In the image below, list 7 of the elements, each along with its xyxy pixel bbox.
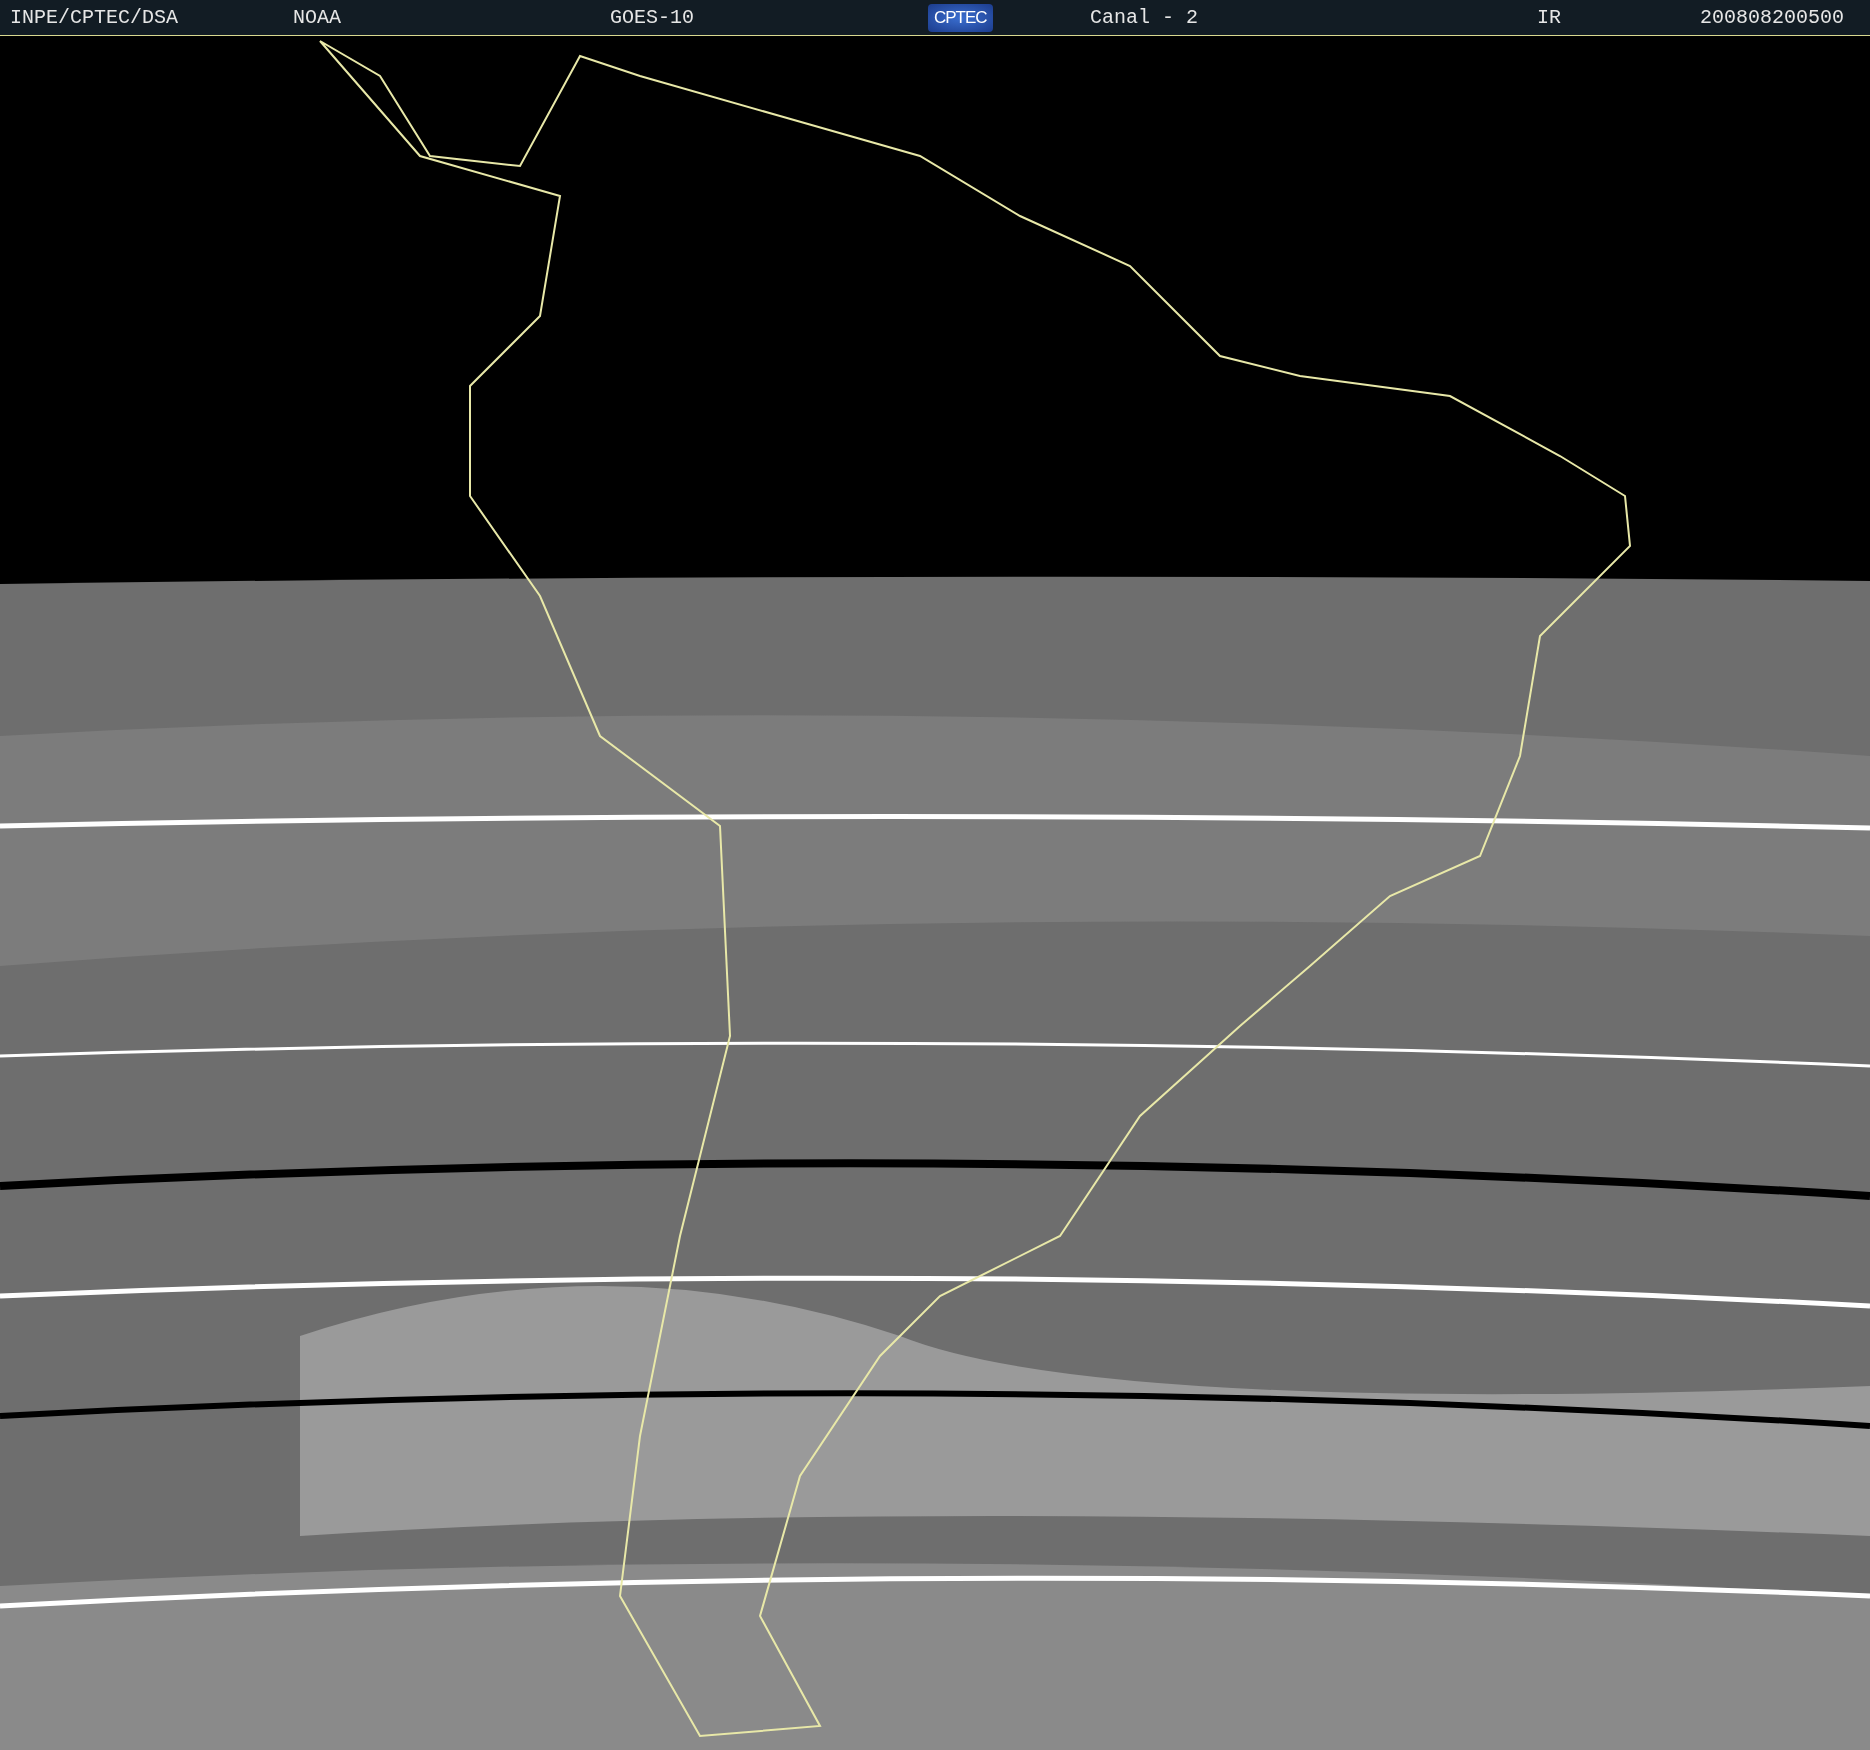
header-label: INPE/CPTEC/DSA (10, 6, 179, 29)
header-label: NOAA (293, 6, 341, 29)
header-label: IR (1537, 6, 1561, 29)
header-label: GOES-10 (610, 6, 694, 29)
header-label: 200808200500 (1700, 6, 1845, 29)
logo: CPTEC (928, 3, 993, 32)
header-label: Canal - 2 (1090, 6, 1199, 29)
